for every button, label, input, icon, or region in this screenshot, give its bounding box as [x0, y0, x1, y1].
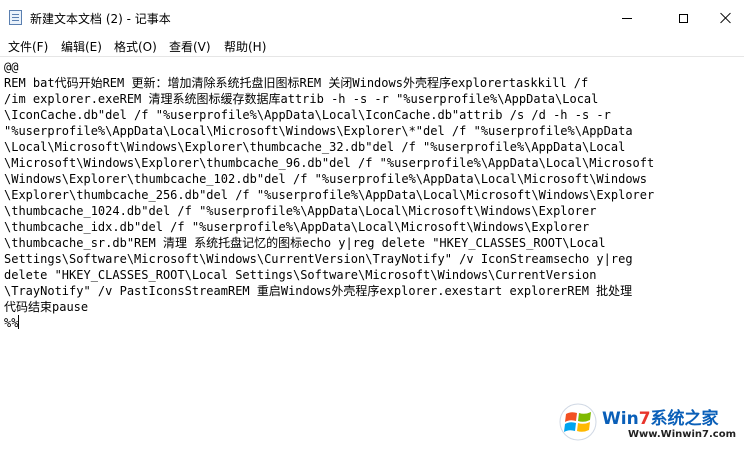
- windows-logo-icon: [559, 403, 597, 441]
- notepad-icon: [9, 10, 22, 25]
- notepad-window: 新建文本文档 (2) - 记事本 文件(F) 编辑(E) 格式(O) 查看(V)…: [0, 0, 744, 451]
- text-line: "%userprofile%\AppData\Local\Microsoft\W…: [4, 124, 633, 138]
- maximize-button[interactable]: [660, 0, 706, 36]
- watermark-brand-suffix: 系统之家: [650, 409, 719, 429]
- text-line: \Local\Microsoft\Windows\Explorer\thumbc…: [4, 140, 626, 154]
- title-bar[interactable]: 新建文本文档 (2) - 记事本: [0, 0, 744, 36]
- close-icon: [720, 12, 732, 24]
- text-line: @@: [4, 60, 19, 74]
- text-line: \thumbcache_idx.db"del /f "%userprofile%…: [4, 220, 590, 234]
- text-line: Settings\Software\Microsoft\Windows\Curr…: [4, 252, 633, 266]
- text-line: /im explorer.exeREM 清理系统图标缓存数据库attrib -h…: [4, 92, 599, 106]
- text-line: \thumbcache_sr.db"REM 清理 系统托盘记忆的图标echo y…: [4, 236, 606, 250]
- document-text[interactable]: @@ REM bat代码开始REM 更新：增加清除系统托盘旧图标REM 关闭Wi…: [4, 59, 740, 331]
- menu-edit[interactable]: 编辑(E): [61, 38, 102, 55]
- menu-help[interactable]: 帮助(H): [224, 38, 266, 55]
- watermark-brand-seven: 7: [638, 409, 651, 429]
- site-watermark: Win7系统之家 Www.Winwin7.com: [558, 398, 744, 451]
- minimize-icon: [622, 17, 632, 19]
- text-line: \Explorer\thumbcache_256.db"del /f "%use…: [4, 188, 655, 202]
- menu-view[interactable]: 查看(V): [169, 38, 211, 55]
- watermark-brand: Win7系统之家: [602, 404, 719, 429]
- text-line: delete "HKEY_CLASSES_ROOT\Local Settings…: [4, 268, 597, 282]
- menu-format[interactable]: 格式(O): [114, 38, 157, 55]
- window-title: 新建文本文档 (2) - 记事本: [30, 12, 171, 26]
- text-line: \Windows\Explorer\thumbcache_102.db"del …: [4, 172, 647, 186]
- text-line: \IconCache.db"del /f "%userprofile%\AppD…: [4, 108, 611, 122]
- text-line: \thumbcache_1024.db"del /f "%userprofile…: [4, 204, 597, 218]
- menu-file[interactable]: 文件(F): [8, 38, 48, 55]
- watermark-url: Www.Winwin7.com: [628, 429, 737, 440]
- text-line: REM bat代码开始REM 更新：增加清除系统托盘旧图标REM 关闭Windo…: [4, 76, 589, 90]
- text-line: 代码结束pause: [4, 300, 89, 314]
- text-line: \TrayNotify" /v PastIconsStreamREM 重启Win…: [4, 284, 633, 298]
- text-caret: [18, 315, 20, 329]
- text-line: \Microsoft\Windows\Explorer\thumbcache_9…: [4, 156, 655, 170]
- minimize-button[interactable]: [604, 0, 650, 36]
- text-line: %%: [4, 316, 19, 330]
- text-editor[interactable]: @@ REM bat代码开始REM 更新：增加清除系统托盘旧图标REM 关闭Wi…: [0, 57, 744, 451]
- watermark-brand-prefix: Win: [602, 409, 639, 429]
- menu-bar: 文件(F) 编辑(E) 格式(O) 查看(V) 帮助(H): [0, 36, 744, 57]
- maximize-icon: [678, 13, 688, 23]
- close-button[interactable]: [708, 0, 744, 36]
